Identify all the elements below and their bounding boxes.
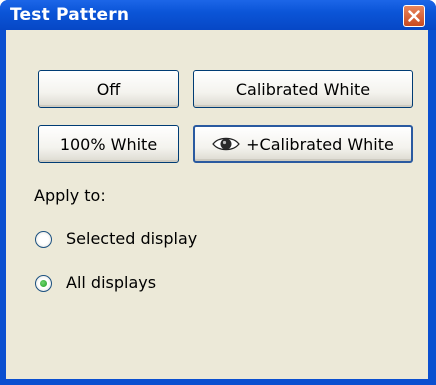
window-bottom-border — [0, 379, 436, 385]
selected-display-label[interactable]: Selected display — [66, 229, 197, 248]
white-100-button[interactable]: 100% White — [38, 125, 179, 163]
all-displays-label[interactable]: All displays — [66, 273, 156, 292]
radio-selected-dot — [40, 280, 47, 287]
close-icon — [408, 10, 420, 22]
plus-calibrated-white-button[interactable]: +Calibrated White — [193, 125, 413, 163]
apply-to-label: Apply to: — [34, 186, 106, 205]
calibrated-white-button[interactable]: Calibrated White — [193, 70, 413, 108]
off-button-label: Off — [96, 79, 121, 99]
plus-calibrated-white-button-label: +Calibrated White — [246, 134, 394, 154]
all-displays-radio[interactable] — [35, 275, 52, 292]
white-100-button-label: 100% White — [59, 134, 158, 154]
close-button[interactable] — [403, 5, 425, 27]
title-bar[interactable]: Test Pattern — [0, 0, 436, 30]
dialog-body: Off Calibrated White 100% White +Calibra… — [6, 30, 428, 379]
window-title: Test Pattern — [10, 5, 130, 25]
off-button[interactable]: Off — [38, 70, 179, 108]
test-pattern-window: Test Pattern Off Calibrated White 100% W… — [0, 0, 436, 385]
calibrated-white-button-label: Calibrated White — [235, 79, 371, 99]
selected-display-radio[interactable] — [35, 231, 52, 248]
eye-icon — [212, 136, 240, 152]
